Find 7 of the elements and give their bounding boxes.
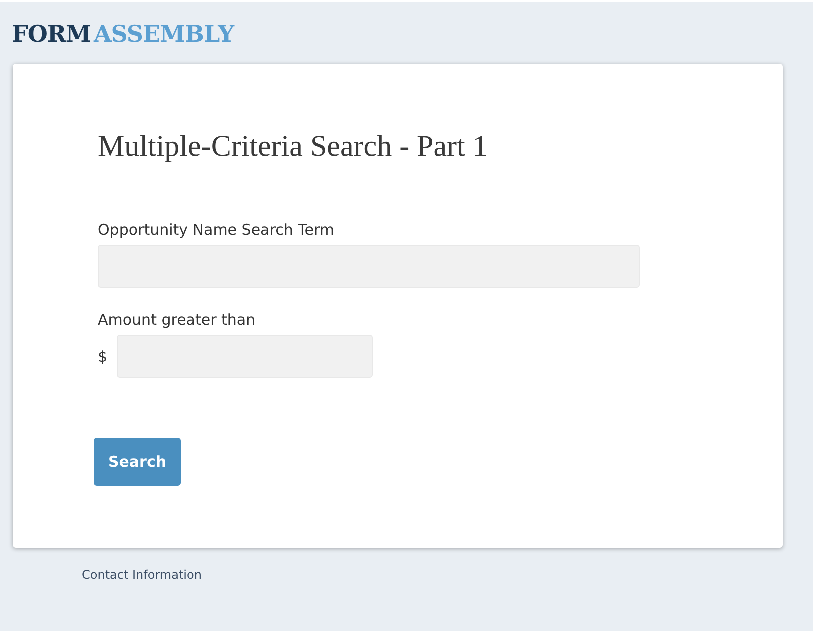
logo: FORMASSEMBLY (12, 22, 234, 48)
search-button[interactable]: Search (94, 438, 181, 486)
field-label: Amount greater than (98, 311, 256, 329)
field-label: Opportunity Name Search Term (98, 221, 334, 239)
contact-link[interactable]: Contact Information (82, 568, 202, 582)
currency-symbol: $ (98, 348, 108, 366)
form-title: Multiple-Criteria Search - Part 1 (98, 130, 488, 164)
